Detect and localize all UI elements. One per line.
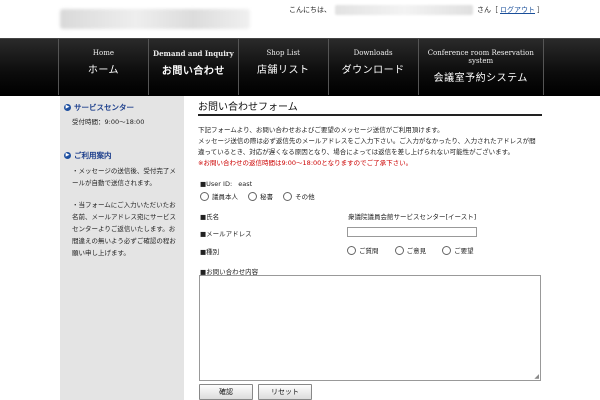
top-bar: こんにちは、 さん ［ ログアウト ］ [0,0,600,38]
main-content: お問い合わせフォーム 下記フォームより、お問い合わせおよびご要望のメッセージ送信… [198,96,542,169]
nav-home-jp: ホーム [87,65,120,76]
content-textarea[interactable]: ◢ [199,275,541,381]
nav-shop-list-en: Shop List [266,49,300,57]
greeting-prefix: こんにちは、 [289,6,331,14]
user-id-value: east [238,180,253,188]
resize-handle-icon[interactable]: ◢ [534,373,539,380]
category-opinion[interactable]: ご意見 [394,245,426,255]
user-name-redacted [335,5,473,15]
nav-inquiry-en: Demand and Inquiry [153,49,234,58]
radio-icon[interactable] [347,245,356,255]
intro-line-2: メッセージ送信の際は必ず返信先のメールアドレスをご入力下さい。ご入力がなかったり… [198,137,536,156]
category-label: ■種別 [200,248,220,256]
main-nav: Home ホーム Demand and Inquiry お問い合わせ Shop … [0,38,600,96]
reset-button[interactable]: リセット [258,384,312,400]
confirm-button[interactable]: 確認 [199,384,253,400]
radio-icon[interactable] [248,191,258,201]
name-label: ■氏名 [200,213,220,221]
user-type-group: 議員本人 秘書 その他 [200,191,323,203]
nav-conference-en: Conference room Reservation system [427,49,534,65]
intro-line-1: 下記フォームより、お問い合わせおよびご要望のメッセージ送信がご利用頂けます。 [198,126,444,134]
name-value: 衆議院議員会館サービスセンター[イースト] [348,213,477,221]
form-intro: 下記フォームより、お問い合わせおよびご要望のメッセージ送信がご利用頂けます。 メ… [198,125,542,169]
site-logo [60,9,250,29]
service-center-heading: ▶ サービスセンター [60,96,184,113]
radio-icon[interactable] [394,245,404,255]
nav-home-en: Home [92,49,114,57]
arrow-right-icon: ▶ [64,152,71,159]
nav-conference[interactable]: Conference room Reservation system 会議室予約… [417,39,544,95]
guide-note-1: ・メッセージの送信後、受付完了メールが自動で送信されます。 [72,167,176,187]
sidebar: ▶ サービスセンター 受付時間：9:00～18:00 ▶ ご利用案内 ・メッセー… [60,96,184,400]
guide-title: ご利用案内 [74,151,112,160]
category-group: ご質問 ご意見 ご要望 [347,245,482,257]
nav-shop-list[interactable]: Shop List 店舗リスト [237,39,328,95]
user-type-member[interactable]: 議員本人 [200,191,238,201]
nav-shop-list-jp: 店舗リスト [256,65,310,76]
nav-downloads-en: Downloads [353,49,393,57]
email-label: ■メールアドレス [200,230,252,238]
nav-downloads-jp: ダウンロード [341,65,405,76]
form-title: お問い合わせフォーム [198,96,542,116]
user-id-label: ■User ID: [200,180,233,188]
radio-icon[interactable] [283,191,293,201]
greeting-suffix: さん [477,6,491,14]
email-field[interactable] [347,227,477,237]
arrow-right-icon: ▶ [64,104,71,111]
nav-conference-jp: 会議室予約システム [433,73,528,84]
nav-downloads[interactable]: Downloads ダウンロード [327,39,418,95]
logout-link[interactable]: ログアウト [500,5,535,15]
nav-inquiry[interactable]: Demand and Inquiry お問い合わせ [147,39,238,95]
category-request[interactable]: ご要望 [442,245,474,255]
service-center-title: サービスセンター [74,103,134,112]
guide-heading: ▶ ご利用案内 [60,144,184,161]
user-greeting: こんにちは、 さん ［ ログアウト ］ [289,5,544,15]
user-type-other[interactable]: その他 [283,191,315,201]
radio-icon[interactable] [200,191,209,201]
category-question[interactable]: ご質問 [347,245,379,255]
user-id-row: ■User ID: east [200,180,252,188]
nav-inquiry-jp: お問い合わせ [161,66,225,77]
nav-home[interactable]: Home ホーム [58,39,148,95]
guide-note-2: ・当フォームにご入力いただいたお名前、メールアドレス宛にサービスセンターよりご返… [72,201,176,257]
user-type-secretary[interactable]: 秘書 [248,191,273,201]
service-hours: 受付時間：9:00～18:00 [72,118,145,126]
radio-icon[interactable] [442,245,452,255]
intro-notice: ※お問い合わせの返信時間は9:00～18:00となりますのでご了承下さい。 [198,159,413,167]
